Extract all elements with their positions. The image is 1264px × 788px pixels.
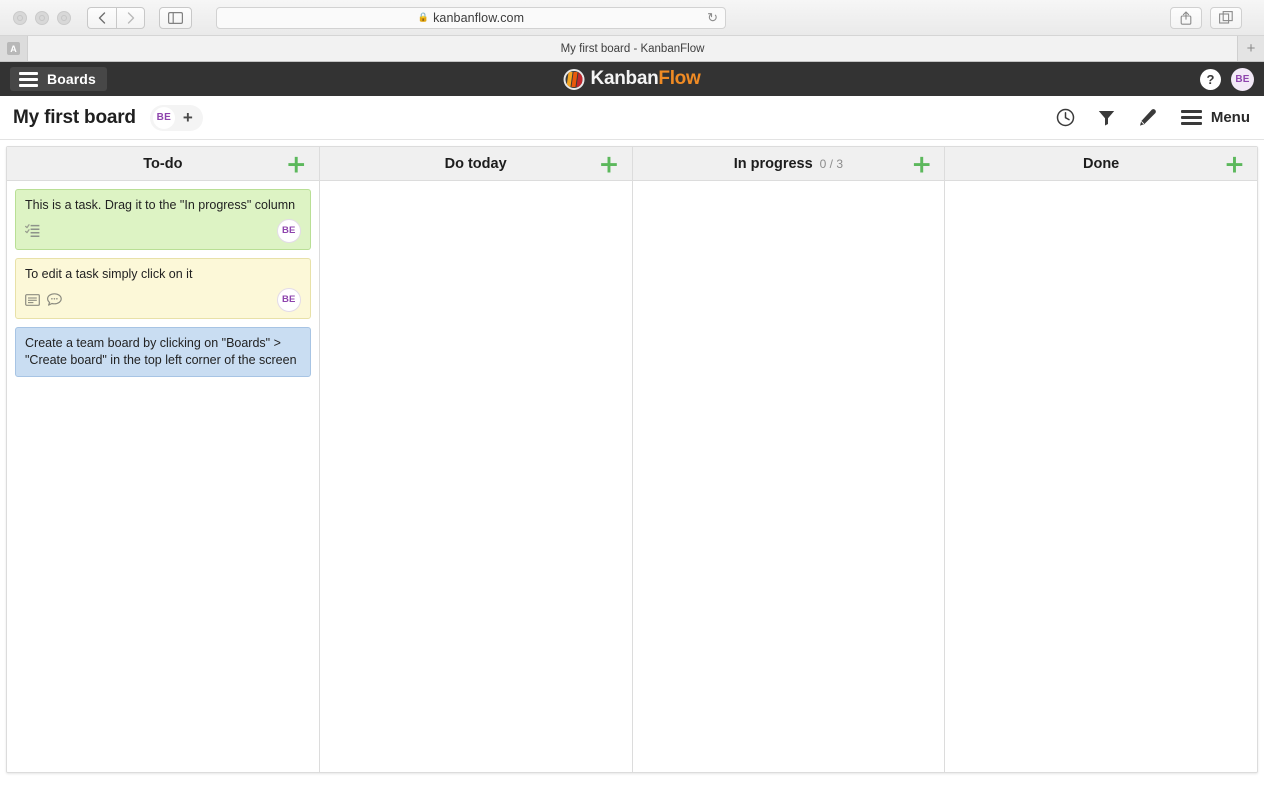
board-toolbar: Menu (1056, 108, 1250, 128)
task-card-badges (25, 224, 40, 238)
task-card[interactable]: Create a team board by clicking on "Boar… (15, 326, 311, 377)
description-icon (25, 293, 40, 306)
browser-chrome: 🔒 kanbanflow.com ↻ A My first board - Ka… (0, 0, 1264, 62)
column-task-list (633, 181, 945, 772)
column-header: Do today + (319, 147, 632, 181)
add-task-button[interactable]: + (1224, 151, 1245, 176)
task-card[interactable]: To edit a task simply click on it BE (15, 257, 311, 319)
tab-favicon-cell: A (0, 36, 28, 61)
browser-right-buttons (1170, 6, 1254, 29)
boards-button-label: Boards (47, 71, 96, 87)
task-assignee-avatar[interactable]: BE (276, 287, 301, 312)
column-header: Done + (945, 147, 1257, 181)
brand-name-second: Flow (658, 68, 701, 89)
checklist-icon (25, 224, 40, 238)
comment-icon (47, 293, 62, 306)
add-task-button[interactable]: + (911, 151, 932, 176)
share-icon (1180, 10, 1192, 25)
board-column: To-do + This is a task. Drag it to the "In… (7, 147, 320, 772)
kanban-board: To-do + This is a task. Drag it to the "In… (6, 146, 1258, 773)
forward-button[interactable] (116, 6, 145, 29)
menu-icon (1180, 110, 1202, 125)
column-header: In progress 0 / 3 + (632, 147, 945, 181)
column-task-list (945, 181, 1257, 772)
clock-icon[interactable] (1056, 108, 1076, 128)
column-title: To-do (143, 155, 183, 172)
column-title: Done (1083, 155, 1120, 172)
browser-tab[interactable]: My first board - KanbanFlow (28, 36, 1238, 61)
pencil-icon[interactable] (1138, 108, 1158, 128)
sidebar-toggle-icon (168, 11, 183, 24)
page-title: My first board (13, 106, 136, 128)
menu-button-label: Menu (1210, 109, 1250, 126)
close-window-button[interactable] (13, 10, 27, 25)
boards-menu-icon (19, 71, 38, 87)
chevron-left-icon (98, 11, 106, 24)
add-task-button[interactable]: + (599, 151, 620, 176)
maximize-window-button[interactable] (57, 10, 71, 25)
task-card-footer: BE (25, 218, 301, 243)
board-column: Done + (945, 147, 1257, 772)
kanbanflow-logo: KanbanFlow (563, 68, 701, 90)
back-button[interactable] (87, 6, 116, 29)
sidebar-toggle-button[interactable] (159, 6, 192, 29)
tab-title: My first board - KanbanFlow (560, 42, 705, 55)
board-column: Do today + (319, 147, 633, 772)
kanbanflow-logo-icon (563, 68, 585, 90)
column-header: To-do + (7, 147, 319, 181)
board-member-avatar[interactable]: BE (152, 106, 175, 129)
boards-button[interactable]: Boards (10, 67, 107, 91)
chevron-right-icon (127, 11, 134, 24)
reload-icon[interactable]: ↻ (707, 10, 718, 26)
column-task-list (320, 181, 632, 772)
share-button[interactable] (1170, 6, 1202, 29)
show-tabs-button[interactable] (1210, 6, 1242, 29)
task-card-text: Create a team board by clicking on "Boar… (25, 335, 297, 368)
filter-icon[interactable] (1097, 108, 1117, 128)
checklist-icon (25, 224, 40, 238)
board-members: BE + (149, 104, 203, 131)
comment-icon (47, 293, 62, 306)
column-title: In progress (733, 155, 813, 172)
task-assignee-avatar[interactable]: BE (276, 218, 301, 243)
address-bar[interactable]: 🔒 kanbanflow.com ↻ (216, 6, 726, 29)
site-favicon: A (7, 42, 20, 55)
task-card-badges (25, 293, 62, 306)
brand-name-first: Kanban (590, 68, 659, 89)
menu-button[interactable]: Menu (1180, 109, 1250, 126)
browser-toolbar: 🔒 kanbanflow.com ↻ (0, 0, 1264, 35)
task-card[interactable]: This is a task. Drag it to the "In progr… (15, 189, 311, 250)
task-card-text: This is a task. Drag it to the "In progr… (25, 198, 296, 212)
board-title-bar: My first board BE + Menu (0, 96, 1264, 140)
task-card-text: To edit a task simply click on it (25, 266, 193, 281)
column-task-list: This is a task. Drag it to the "In progr… (7, 181, 319, 772)
app-header: Boards KanbanFlow ? BE (0, 62, 1264, 96)
url-text: kanbanflow.com (433, 10, 525, 25)
board-column: In progress 0 / 3 + (632, 147, 946, 772)
column-wip-limit: 0 / 3 (819, 156, 844, 171)
minimize-window-button[interactable] (35, 10, 49, 25)
description-icon (25, 293, 40, 306)
brand-wordmark: KanbanFlow (591, 68, 701, 90)
add-task-button[interactable]: + (286, 151, 307, 176)
column-title: Do today (444, 155, 507, 172)
tab-bar: A My first board - KanbanFlow + (0, 35, 1264, 61)
task-card-footer: BE (25, 287, 301, 312)
app-header-right: ? BE (1200, 67, 1254, 91)
show-tabs-icon (1219, 11, 1233, 24)
add-member-button[interactable]: + (178, 108, 198, 128)
help-button[interactable]: ? (1200, 68, 1221, 90)
new-tab-button[interactable]: + (1238, 36, 1264, 61)
user-avatar[interactable]: BE (1231, 67, 1254, 91)
navigation-buttons (87, 6, 145, 29)
board-area: To-do + This is a task. Drag it to the "In… (0, 140, 1264, 783)
window-controls[interactable] (13, 10, 71, 25)
lock-icon: 🔒 (417, 11, 430, 22)
